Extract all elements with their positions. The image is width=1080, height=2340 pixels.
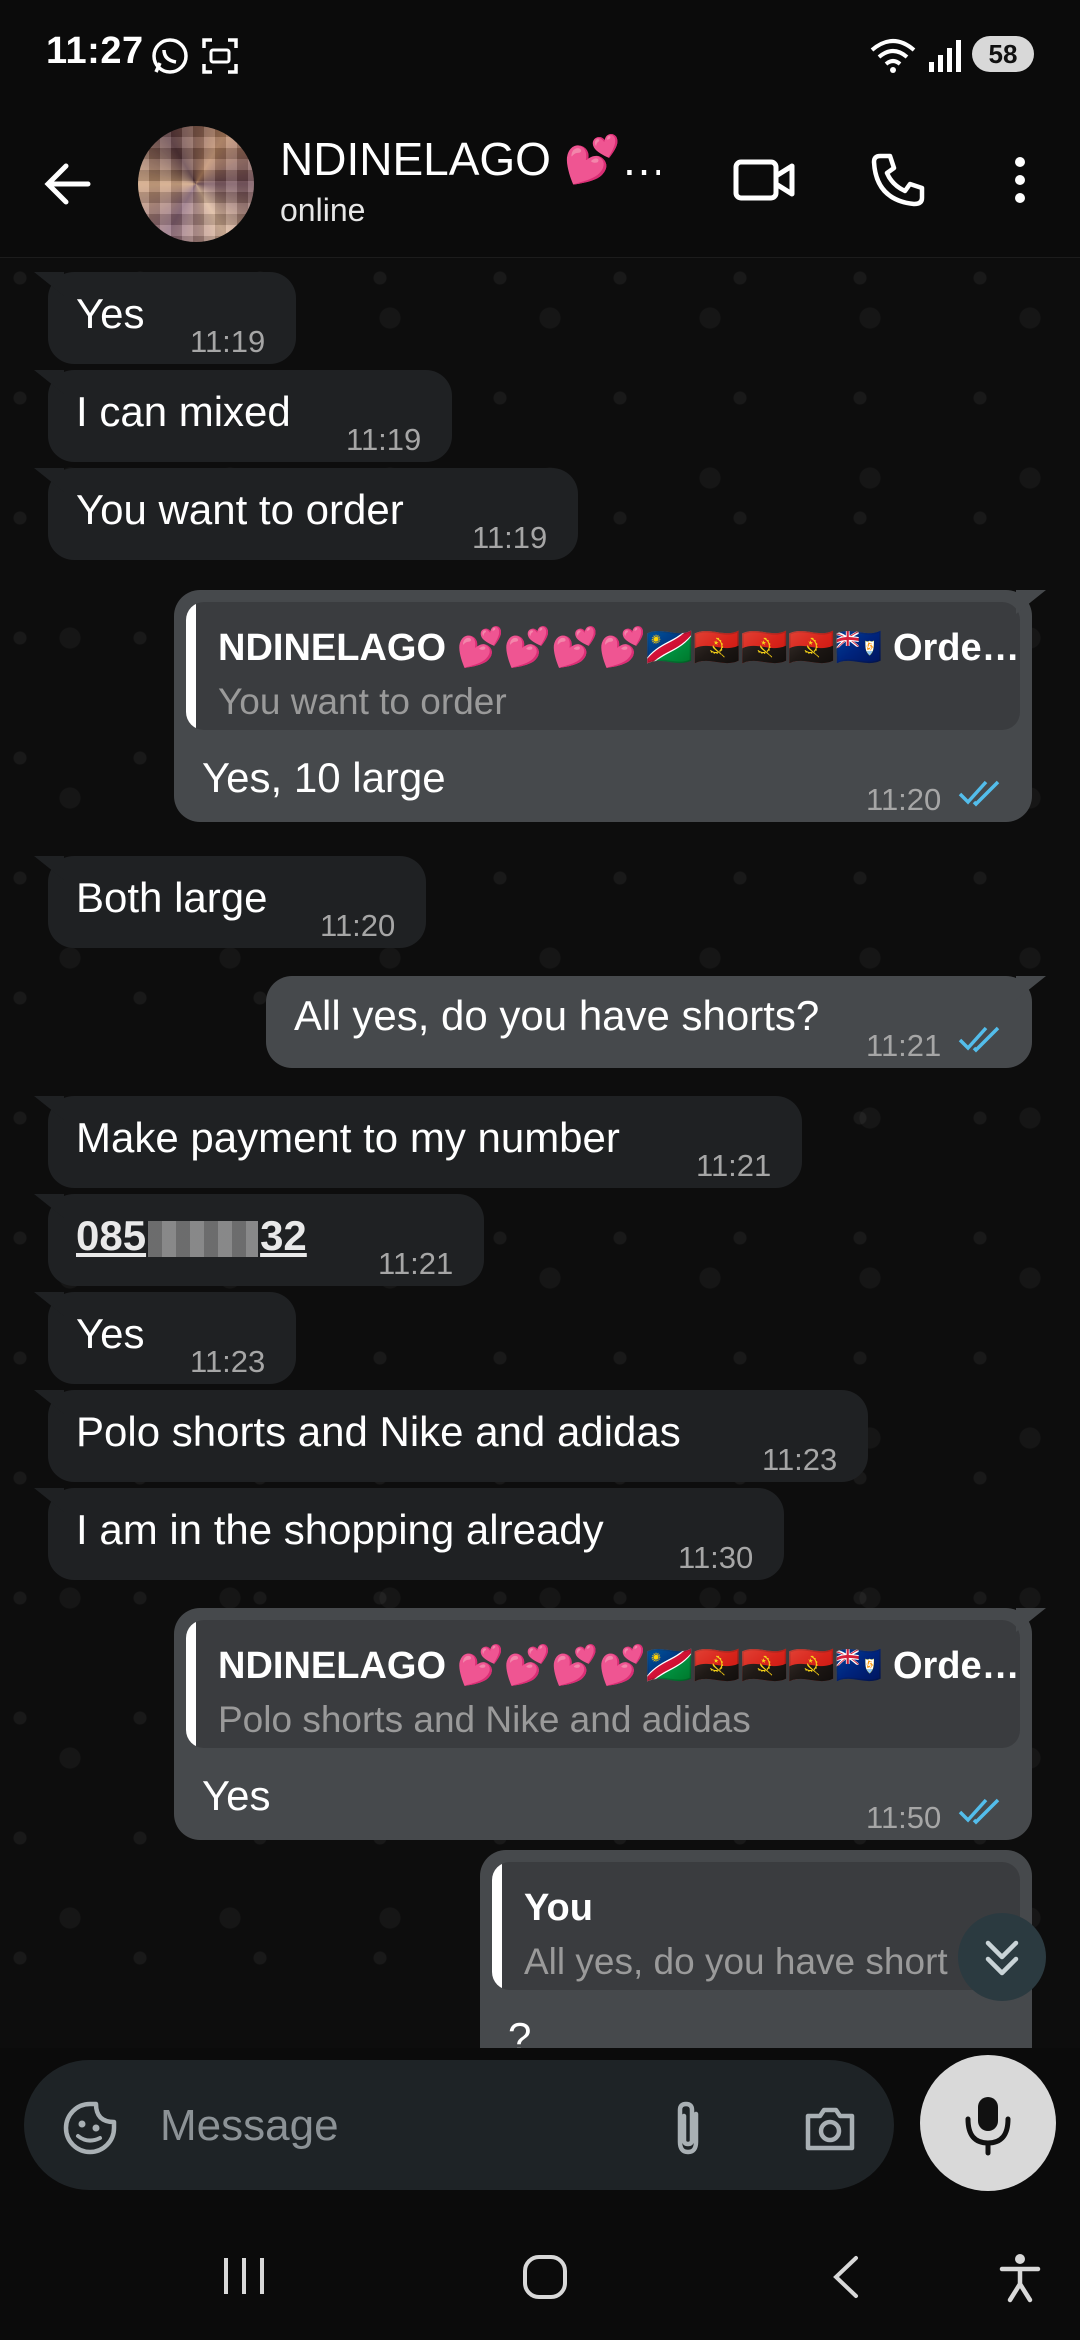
status-bar: 11:27 58	[0, 0, 1080, 110]
quote-bar	[186, 602, 196, 730]
video-call-icon[interactable]	[730, 150, 800, 210]
message-text: Yes	[202, 1772, 271, 1819]
signal-icon	[929, 40, 961, 72]
status-time: 11:27	[46, 30, 144, 72]
message-text: Yes	[76, 1310, 145, 1357]
message-outgoing[interactable]: All yes, do you have shorts? 11:21	[266, 976, 1032, 1068]
phone-number-link[interactable]: 085 32	[76, 1210, 307, 1262]
voice-message-button[interactable]	[920, 2055, 1056, 2191]
message-incoming[interactable]: I can mixed 11:19	[48, 370, 452, 462]
message-text: I can mixed	[76, 388, 291, 435]
message-text: Polo shorts and Nike and adidas	[76, 1408, 681, 1455]
message-incoming[interactable]: You want to order 11:19	[48, 468, 578, 560]
camera-icon[interactable]	[800, 2098, 860, 2158]
whatsapp-notification-icon	[152, 38, 188, 74]
quoted-message[interactable]: NDINELAGO 💕💕💕💕🇳🇦🇦🇴🇦🇴🇦🇴🇦🇮 Orde… Polo shor…	[186, 1620, 1020, 1748]
message-time: 11:23	[762, 1442, 838, 1477]
message-time: 11:19	[190, 324, 266, 359]
message-text: All yes, do you have shorts?	[294, 992, 820, 1039]
quote-author: NDINELAGO 💕💕💕💕🇳🇦🇦🇴🇦🇴🇦🇴🇦🇮 Orde…	[218, 627, 1020, 669]
message-time: 11:30	[678, 1540, 754, 1575]
quote-author: NDINELAGO 💕💕💕💕🇳🇦🇦🇴🇦🇴🇦🇴🇦🇮 Orde…	[218, 1645, 1020, 1687]
microphone-icon	[965, 2097, 1011, 2156]
sticker-emoji-icon[interactable]	[60, 2098, 120, 2158]
message-time: 11:20	[866, 782, 942, 817]
message-incoming[interactable]: Both large 11:20	[48, 856, 426, 948]
quote-bar	[186, 1620, 196, 1748]
message-incoming[interactable]: Polo shorts and Nike and adidas 11:23	[48, 1390, 868, 1482]
scroll-to-bottom-button[interactable]	[958, 1913, 1046, 2001]
home-icon[interactable]	[520, 2252, 570, 2302]
message-time: 11:23	[190, 1344, 266, 1379]
message-time: 11:21	[866, 1028, 942, 1063]
accessibility-icon[interactable]	[996, 2252, 1044, 2304]
message-composer	[24, 2060, 894, 2190]
phone-suffix: 32	[260, 1212, 307, 1259]
double-chevron-down-icon	[985, 1940, 1019, 1976]
more-options-icon[interactable]	[1002, 150, 1038, 210]
contact-status: online	[280, 192, 366, 228]
read-ticks-icon	[958, 1798, 1000, 1825]
battery-indicator: 58	[972, 36, 1034, 72]
message-time: 11:50	[866, 1800, 942, 1835]
message-text: You want to order	[76, 486, 404, 533]
message-list[interactable]: Yes 11:19 I can mixed 11:19 You want to …	[0, 258, 1080, 2048]
redacted-digits	[148, 1220, 259, 1257]
message-text: ?	[508, 2014, 532, 2048]
system-navigation-bar	[0, 2208, 1080, 2340]
read-ticks-icon	[958, 1026, 1000, 1053]
message-input[interactable]	[160, 2098, 640, 2154]
contact-name[interactable]: NDINELAGO 💕…	[280, 132, 660, 187]
back-arrow-icon[interactable]	[36, 152, 100, 216]
message-time: 11:19	[472, 520, 548, 555]
wifi-icon	[870, 39, 916, 73]
phone-call-icon[interactable]	[868, 150, 928, 210]
quote-author: You	[524, 1887, 593, 1929]
message-outgoing[interactable]: NDINELAGO 💕💕💕💕🇳🇦🇦🇴🇦🇴🇦🇴🇦🇮 Orde… You want …	[174, 590, 1032, 822]
quote-text: You want to order	[218, 681, 507, 722]
quoted-message[interactable]: NDINELAGO 💕💕💕💕🇳🇦🇦🇴🇦🇴🇦🇴🇦🇮 Orde… You want …	[186, 602, 1020, 730]
message-incoming[interactable]: 085 32 11:21	[48, 1194, 484, 1286]
quoted-message[interactable]: You All yes, do you have short	[492, 1862, 1020, 1990]
message-outgoing[interactable]: You All yes, do you have short ? 11:51	[480, 1850, 1032, 2048]
quote-text: All yes, do you have short	[524, 1941, 948, 1982]
message-text: Make payment to my number	[76, 1114, 620, 1161]
quote-bar	[492, 1862, 502, 1990]
chat-header: NDINELAGO 💕… online	[0, 110, 1080, 258]
message-text: Both large	[76, 874, 268, 921]
message-incoming[interactable]: I am in the shopping already 11:30	[48, 1488, 784, 1580]
message-incoming[interactable]: Make payment to my number 11:21	[48, 1096, 802, 1188]
message-time: 11:21	[696, 1148, 772, 1183]
message-time: 11:21	[378, 1246, 454, 1281]
read-ticks-icon	[958, 780, 1000, 807]
message-time: 11:19	[346, 422, 422, 457]
quote-text: Polo shorts and Nike and adidas	[218, 1699, 751, 1740]
message-incoming[interactable]: Yes 11:23	[48, 1292, 296, 1384]
attach-paperclip-icon[interactable]	[666, 2098, 710, 2158]
message-time: 11:51	[868, 2034, 943, 2048]
message-text: Yes, 10 large	[202, 754, 446, 801]
message-outgoing[interactable]: NDINELAGO 💕💕💕💕🇳🇦🇦🇴🇦🇴🇦🇴🇦🇮 Orde… Polo shor…	[174, 1608, 1032, 1840]
screenshot-icon	[202, 38, 238, 74]
recent-apps-icon[interactable]	[218, 2252, 270, 2300]
message-time: 11:20	[320, 908, 396, 943]
message-text: Yes	[76, 290, 145, 337]
phone-prefix: 085	[76, 1212, 147, 1259]
message-text: I am in the shopping already	[76, 1506, 604, 1553]
back-nav-icon[interactable]	[826, 2252, 866, 2302]
message-incoming[interactable]: Yes 11:19	[48, 272, 296, 364]
avatar[interactable]	[138, 126, 254, 242]
